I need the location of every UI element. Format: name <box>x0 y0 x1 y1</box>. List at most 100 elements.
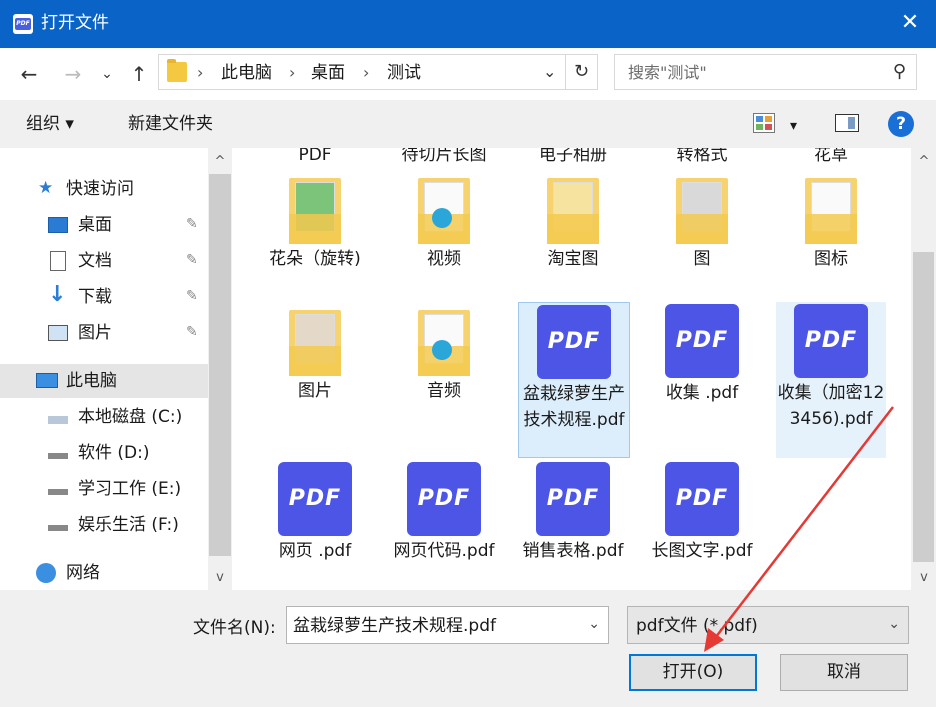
sidebar-item-label: 此电脑 <box>66 371 117 391</box>
list-item[interactable]: PDF 收集（加密123456).pdf <box>776 302 886 458</box>
list-item[interactable]: 电子相册 <box>518 148 628 168</box>
up-arrow-icon[interactable]: ↑ <box>126 62 152 86</box>
drive-icon <box>48 525 68 531</box>
video-folder-icon <box>418 178 470 244</box>
filetype-select[interactable]: pdf文件 (*.pdf) ⌄ <box>627 606 909 644</box>
network-icon <box>36 563 56 583</box>
sidebar-item-drive-c[interactable]: 本地磁盘 (C:) <box>0 400 208 434</box>
list-item[interactable]: PDF 网页代码.pdf <box>389 462 499 564</box>
filename-field[interactable]: 盆栽绿萝生产技术规程.pdf ⌄ <box>286 606 609 644</box>
sidebar-item-quick-access[interactable]: ★ 快速访问 <box>0 172 208 206</box>
pin-icon[interactable]: ✎ <box>186 216 198 232</box>
folder-icon <box>289 178 341 244</box>
sidebar-item-documents[interactable]: 文档 ✎ <box>0 244 208 278</box>
back-arrow-icon[interactable]: ← <box>16 62 42 86</box>
scroll-down-icon[interactable]: v <box>208 568 232 588</box>
list-item[interactable]: 花朵（旋转) <box>260 178 370 272</box>
list-item[interactable]: 图片 <box>260 310 370 404</box>
address-bar[interactable]: › 此电脑 › 桌面 › 测试 ⌄ <box>158 54 598 90</box>
file-list: PDF 待切片长图 电子相册 转格式 花草 花朵（旋转) 视频 淘宝图 图 图标… <box>232 148 911 590</box>
list-item[interactable]: PDF 网页 .pdf <box>260 462 370 564</box>
open-button[interactable]: 打开(O) <box>629 654 757 691</box>
document-icon <box>50 251 66 271</box>
sidebar-item-network[interactable]: 网络 <box>0 556 208 590</box>
organize-menu[interactable]: 组织 ▾ <box>26 113 74 135</box>
sidebar-item-label: 快速访问 <box>66 179 134 199</box>
folder-icon <box>167 59 187 82</box>
file-name: 花朵（旋转) <box>269 249 361 269</box>
sidebar-scroll-thumb[interactable] <box>209 174 231 556</box>
close-icon[interactable]: ✕ <box>898 11 922 35</box>
refresh-icon[interactable]: ↻ <box>565 54 597 90</box>
help-icon[interactable]: ? <box>888 111 914 137</box>
breadcrumb-desktop[interactable]: 桌面 <box>311 62 345 84</box>
new-folder-button[interactable]: 新建文件夹 <box>128 113 213 135</box>
sidebar-item-drive-d[interactable]: 软件 (D:) <box>0 436 208 470</box>
chevron-down-icon[interactable]: ⌄ <box>543 62 556 81</box>
scroll-up-icon[interactable]: ^ <box>208 152 232 172</box>
breadcrumb-this-pc[interactable]: 此电脑 <box>221 62 272 84</box>
filename-value: 盆栽绿萝生产技术规程.pdf <box>293 616 496 636</box>
file-name: 转格式 <box>676 148 728 165</box>
pdf-file-icon: PDF <box>794 304 868 378</box>
filename-label: 文件名(N): <box>193 618 276 638</box>
file-name: 网页代码.pdf <box>393 541 495 561</box>
sidebar-item-label: 软件 (D:) <box>78 443 150 463</box>
list-item[interactable]: PDF 收集 .pdf <box>647 304 757 406</box>
chevron-right-icon: › <box>363 63 370 82</box>
preview-pane-icon[interactable] <box>835 114 859 132</box>
list-item[interactable]: PDF <box>260 148 370 168</box>
scroll-up-icon[interactable]: ^ <box>912 152 936 172</box>
folder-icon <box>289 310 341 376</box>
sidebar-item-downloads[interactable]: ↓ 下载 ✎ <box>0 280 208 314</box>
star-icon: ★ <box>38 178 54 198</box>
pdf-file-icon: PDF <box>278 462 352 536</box>
file-name: 音频 <box>427 381 461 401</box>
list-item[interactable]: 转格式 <box>647 148 757 168</box>
sidebar-item-label: 本地磁盘 (C:) <box>78 407 183 427</box>
view-dropdown-icon[interactable]: ▾ <box>790 115 797 137</box>
list-item[interactable]: 视频 <box>389 178 499 272</box>
sidebar-item-this-pc[interactable]: 此电脑 <box>0 364 208 398</box>
scroll-down-icon[interactable]: v <box>912 568 936 588</box>
list-item[interactable]: 花草 <box>776 148 886 168</box>
chevron-right-icon: › <box>197 63 204 82</box>
list-item[interactable]: 图标 <box>776 178 886 272</box>
search-input[interactable]: 搜索"测试" ⚲ <box>614 54 917 90</box>
sidebar-item-label: 网络 <box>66 563 100 583</box>
filetype-value: pdf文件 (*.pdf) <box>636 616 758 636</box>
list-item[interactable]: PDF 长图文字.pdf <box>647 462 757 564</box>
file-name: 待切片长图 <box>401 148 487 165</box>
list-item[interactable]: PDF 销售表格.pdf <box>518 462 628 564</box>
sidebar-item-drive-e[interactable]: 学习工作 (E:) <box>0 472 208 506</box>
file-name: 收集 .pdf <box>665 383 739 403</box>
sidebar-item-desktop[interactable]: 桌面 ✎ <box>0 208 208 242</box>
list-item[interactable]: 待切片长图 <box>389 148 499 168</box>
list-item[interactable]: 音频 <box>389 310 499 404</box>
file-name: PDF <box>298 148 332 165</box>
cancel-button[interactable]: 取消 <box>780 654 908 691</box>
recent-locations-icon[interactable]: ⌄ <box>98 62 116 86</box>
breadcrumb-test[interactable]: 测试 <box>387 62 421 84</box>
audio-folder-icon <box>418 310 470 376</box>
file-name: 视频 <box>427 249 461 269</box>
list-item[interactable]: PDF 盆栽绿萝生产技术规程.pdf <box>518 302 630 458</box>
app-icon-badge: PDF <box>15 18 31 30</box>
search-icon[interactable]: ⚲ <box>893 61 906 82</box>
view-options-icon[interactable] <box>753 113 775 133</box>
pin-icon[interactable]: ✎ <box>186 288 198 304</box>
chevron-right-icon: › <box>289 63 296 82</box>
list-item[interactable]: 淘宝图 <box>518 178 628 272</box>
chevron-down-icon[interactable]: ⌄ <box>588 616 600 632</box>
forward-arrow-icon[interactable]: → <box>60 62 86 86</box>
picture-icon <box>48 325 68 341</box>
file-list-scroll-thumb[interactable] <box>913 252 934 562</box>
pin-icon[interactable]: ✎ <box>186 324 198 340</box>
sidebar-item-pictures[interactable]: 图片 ✎ <box>0 316 208 350</box>
chevron-down-icon[interactable]: ⌄ <box>888 616 900 632</box>
file-name: 销售表格.pdf <box>522 541 624 561</box>
sidebar-item-drive-f[interactable]: 娱乐生活 (F:) <box>0 508 208 542</box>
list-item[interactable]: 图 <box>647 178 757 272</box>
pdf-app-icon: PDF <box>13 14 33 34</box>
pin-icon[interactable]: ✎ <box>186 252 198 268</box>
